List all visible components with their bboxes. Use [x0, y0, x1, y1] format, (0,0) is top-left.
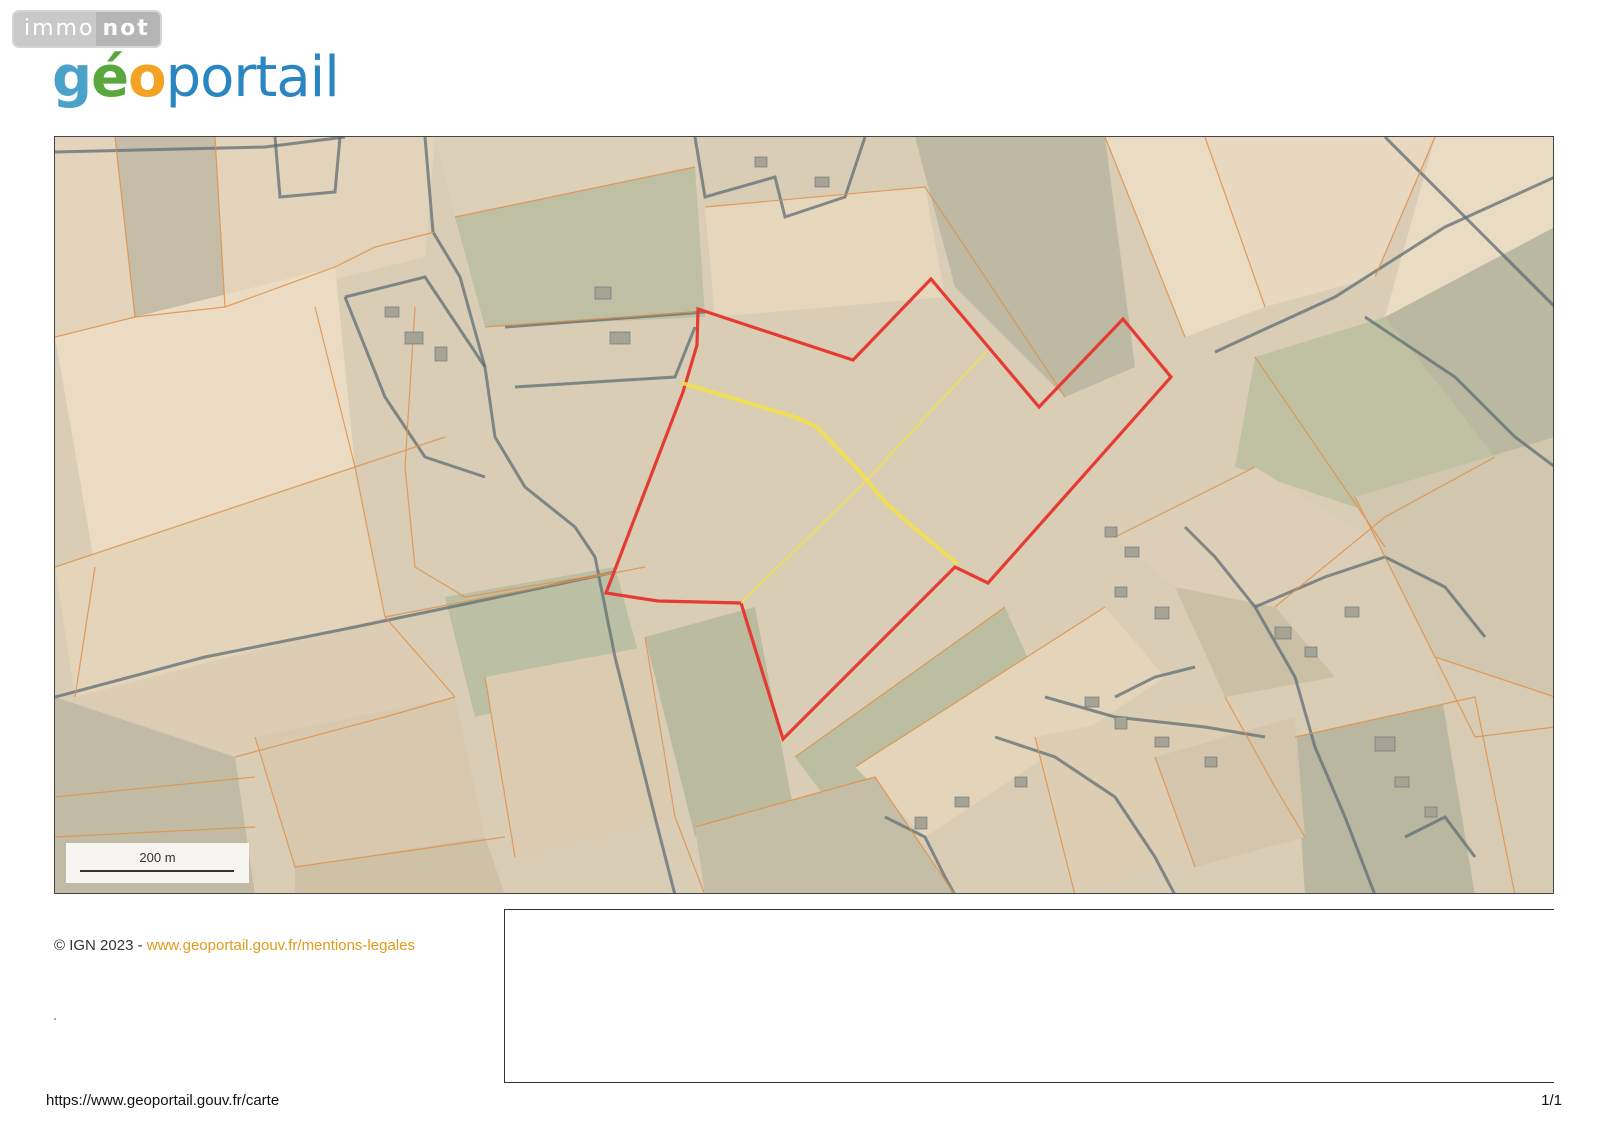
aerial-map[interactable]: 200 m: [54, 136, 1554, 894]
page-number: 1/1: [1541, 1092, 1562, 1109]
watermark-part1: immo: [24, 16, 95, 41]
watermark-part2: not: [96, 12, 160, 46]
map-scale: 200 m: [66, 843, 249, 883]
legend-box: [504, 909, 1554, 1083]
geoportail-logo: géoportail: [52, 50, 340, 106]
logo-letter-g: g: [52, 45, 92, 110]
logo-letter-e: é: [91, 45, 129, 110]
stray-dot: [54, 1018, 56, 1020]
logo-letter-o: o: [128, 45, 166, 110]
copyright-notice: © IGN 2023 - www.geoportail.gouv.fr/ment…: [54, 937, 415, 954]
legal-mentions-link[interactable]: www.geoportail.gouv.fr/mentions-legales: [147, 937, 415, 954]
logo-rest: portail: [165, 45, 340, 110]
immonot-watermark: immo not: [12, 10, 162, 48]
scale-label: 200 m: [139, 850, 176, 865]
footer-url: https://www.geoportail.gouv.fr/carte: [46, 1092, 280, 1109]
copyright-text: © IGN 2023 -: [54, 937, 147, 954]
map-canvas: [55, 137, 1553, 893]
scale-bar: [80, 870, 234, 872]
